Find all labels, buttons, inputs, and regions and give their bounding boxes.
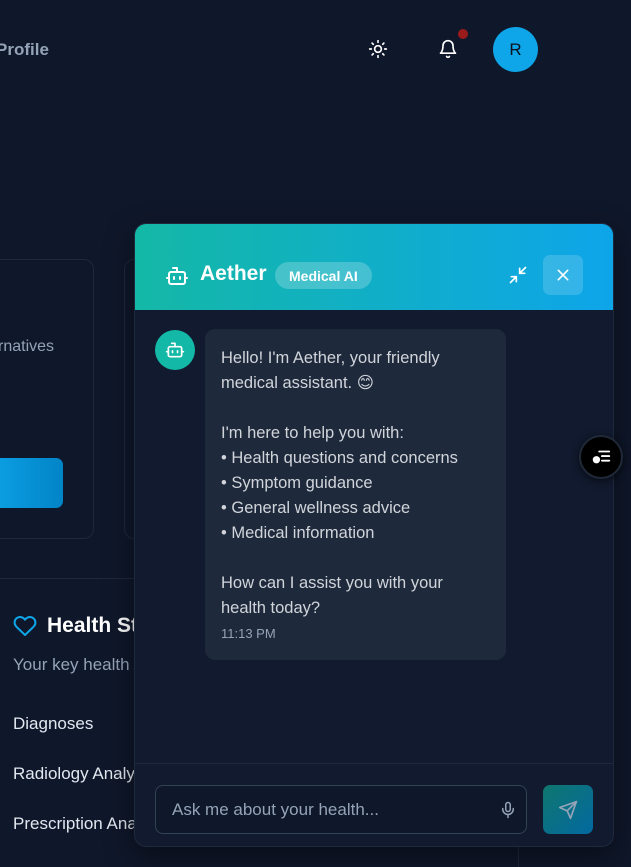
chat-badge: Medical AI bbox=[275, 262, 372, 289]
close-button[interactable] bbox=[543, 255, 583, 295]
voice-input-button[interactable] bbox=[496, 798, 520, 822]
chat-input[interactable] bbox=[156, 786, 486, 833]
minimize-button[interactable] bbox=[505, 262, 531, 288]
notification-dot bbox=[458, 29, 468, 39]
bot-icon bbox=[165, 342, 185, 358]
list-item[interactable]: Diagnoses bbox=[13, 714, 93, 734]
heart-icon bbox=[13, 616, 37, 636]
message-line: medical assistant. 😊 bbox=[221, 374, 374, 392]
bot-icon bbox=[165, 264, 189, 288]
sun-icon bbox=[368, 39, 388, 59]
theme-toggle-button[interactable] bbox=[366, 37, 390, 61]
message-line: Hello! I'm Aether, your friendly bbox=[221, 349, 440, 367]
floating-tool-button[interactable] bbox=[579, 435, 623, 479]
message-line: • Health questions and concerns bbox=[221, 449, 458, 467]
assistant-message: Hello! I'm Aether, your friendly medical… bbox=[205, 329, 506, 660]
message-timestamp: 11:13 PM bbox=[221, 626, 276, 641]
message-line: I'm here to help you with: bbox=[221, 424, 404, 442]
health-heading: Health St bbox=[13, 614, 138, 638]
message-line: • Symptom guidance bbox=[221, 474, 373, 492]
notifications-button[interactable] bbox=[436, 37, 460, 61]
send-button[interactable] bbox=[543, 785, 593, 834]
message-line: How can I assist you with your bbox=[221, 574, 443, 592]
message-line: • Medical information bbox=[221, 524, 375, 542]
chat-header: Aether Medical AI bbox=[135, 224, 613, 310]
message-line bbox=[221, 396, 490, 421]
message-line bbox=[221, 546, 490, 571]
message-line: health today? bbox=[221, 599, 321, 617]
close-icon bbox=[557, 269, 569, 281]
chat-panel: Aether Medical AI Hello! I'm Aether, you… bbox=[134, 223, 614, 847]
chat-input-container bbox=[155, 785, 527, 834]
card-action-button[interactable] bbox=[0, 458, 63, 508]
top-bar: Profile R bbox=[0, 0, 631, 100]
list-item[interactable]: Radiology Analy bbox=[13, 764, 135, 784]
message-line: • General wellness advice bbox=[221, 499, 411, 517]
health-subtitle: Your key health bbox=[13, 655, 130, 674]
bot-avatar bbox=[155, 330, 195, 370]
bell-icon bbox=[439, 39, 457, 59]
chat-title: Aether bbox=[200, 262, 267, 285]
send-icon bbox=[558, 800, 578, 819]
list-chart-icon bbox=[592, 450, 611, 464]
user-avatar[interactable]: R bbox=[493, 27, 538, 72]
list-item[interactable]: Prescription Ana bbox=[13, 814, 137, 834]
health-title: Health St bbox=[47, 614, 139, 637]
card-text: rnatives bbox=[0, 338, 55, 355]
minimize-icon bbox=[509, 266, 527, 284]
profile-link[interactable]: Profile bbox=[0, 40, 49, 60]
mic-icon bbox=[502, 801, 514, 819]
input-divider bbox=[135, 763, 613, 764]
